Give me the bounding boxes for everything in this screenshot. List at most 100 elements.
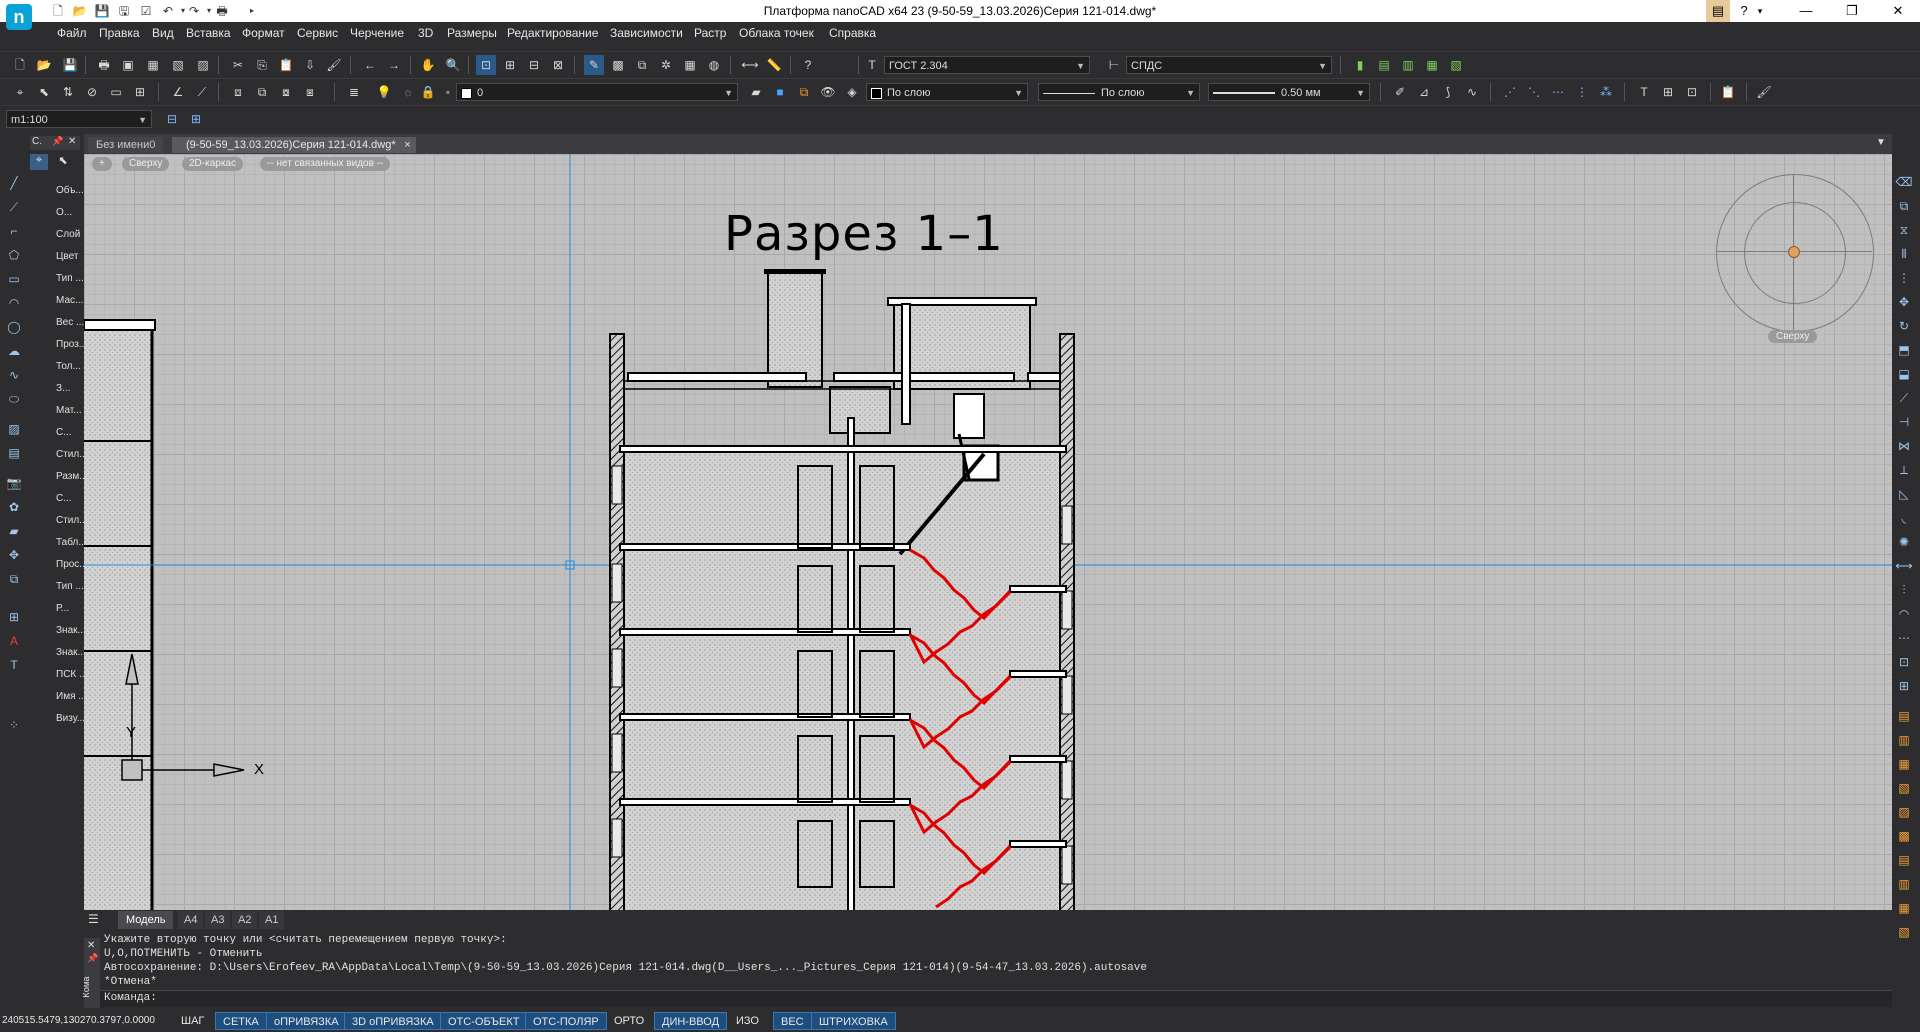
xline-icon[interactable]: ⟋ <box>4 198 24 216</box>
tab-a4[interactable]: А4 <box>178 911 204 929</box>
copy-icon[interactable]: ⎘ <box>252 55 272 75</box>
undo-icon[interactable]: ← <box>360 55 380 75</box>
help-icon[interactable]: ? <box>798 55 818 75</box>
sort-icon[interactable]: ⇅ <box>58 82 78 102</box>
zoom-window-icon[interactable]: ⊡ <box>476 55 496 75</box>
restore-button[interactable]: ❐ <box>1829 0 1875 22</box>
layer-on-icon[interactable]: 💡 <box>374 82 394 102</box>
preview-icon[interactable]: ▣ <box>118 55 138 75</box>
status-lineweight-button[interactable]: ВЕС <box>773 1012 812 1030</box>
design-center-icon[interactable]: ▦ <box>680 55 700 75</box>
menu-format[interactable]: Формат <box>242 26 285 40</box>
block-icon[interactable]: ▩ <box>608 55 628 75</box>
offset-icon[interactable]: ⫴ <box>1893 244 1915 264</box>
rectangle-icon[interactable]: ▭ <box>4 270 24 288</box>
layer-tools-9-icon[interactable]: ▦ <box>1893 898 1915 918</box>
menu-help[interactable]: Справка <box>829 26 876 40</box>
edit-dim-icon[interactable]: ⊿ <box>1414 82 1434 102</box>
close-tab-icon[interactable]: × <box>404 137 410 153</box>
edit-text-icon[interactable]: ✐ <box>1390 82 1410 102</box>
mtext-icon[interactable]: A <box>4 632 24 650</box>
menu-service[interactable]: Сервис <box>297 26 338 40</box>
object-snap-3-icon[interactable]: ⋯ <box>1548 82 1568 102</box>
status-polar-button[interactable]: ОТС-ПОЛЯР <box>525 1012 607 1030</box>
object-snap-5-icon[interactable]: ⁂ <box>1596 82 1616 102</box>
layer-previous-icon[interactable]: ▰ <box>746 82 766 102</box>
save-icon[interactable]: 💾 <box>60 55 80 75</box>
menu-insert[interactable]: Вставка <box>186 26 231 40</box>
minimize-button[interactable]: — <box>1783 0 1829 22</box>
measure-angle-icon[interactable]: ∠ <box>168 82 188 102</box>
spds-format-icon[interactable]: ▮ <box>1350 55 1370 75</box>
bounding-box-icon[interactable]: ▭ <box>106 82 126 102</box>
curve-icon[interactable]: ◠ <box>1893 604 1915 624</box>
ellipse-icon[interactable]: ⬭ <box>4 390 24 408</box>
object-snap-2-icon[interactable]: ⋱ <box>1524 82 1544 102</box>
select-icon[interactable]: ⬉ <box>34 82 54 102</box>
layer-print-icon[interactable]: ▪ <box>438 82 458 102</box>
points-cloud-icon[interactable]: ⁘ <box>4 716 24 734</box>
status-snap-button[interactable]: ШАГ <box>174 1012 211 1030</box>
isolate-icon[interactable]: ◈ <box>842 82 862 102</box>
layer-tools-2-icon[interactable]: ▥ <box>1893 730 1915 750</box>
copy-object-icon[interactable]: ⧉ <box>1893 196 1915 216</box>
menu-view[interactable]: Вид <box>152 26 174 40</box>
layer-states-icon[interactable]: ⧉ <box>794 82 814 102</box>
cloud-icon[interactable]: ☁ <box>4 342 24 360</box>
divide-icon[interactable]: ⋯ <box>1893 628 1915 648</box>
move-icon[interactable]: ✥ <box>1893 292 1915 312</box>
annotation-scale-select[interactable]: m1:100 ▼ <box>6 110 152 128</box>
open-icon[interactable]: 📂 <box>34 55 54 75</box>
tools-icon[interactable]: ✲ <box>656 55 676 75</box>
arc-icon[interactable]: ◠ <box>4 294 24 312</box>
status-3d-osnap-button[interactable]: 3D оПРИВЯЗКА <box>344 1012 442 1030</box>
menu-3d[interactable]: 3D <box>418 26 433 40</box>
make-current-icon[interactable]: ■ <box>770 82 790 102</box>
menu-draw[interactable]: Черчение <box>350 26 404 40</box>
layer-tools-6-icon[interactable]: ▩ <box>1893 826 1915 846</box>
point-icon[interactable]: ✥ <box>4 546 24 564</box>
tab-a1[interactable]: А1 <box>259 911 285 929</box>
table-icon[interactable]: ⊞ <box>4 608 24 626</box>
menu-constraints[interactable]: Зависимости <box>610 26 683 40</box>
plot-icon[interactable]: ▦ <box>143 55 163 75</box>
command-input[interactable]: Команда: <box>100 990 1892 1007</box>
print-icon[interactable]: 🖶 <box>94 55 114 75</box>
text-icon[interactable]: T <box>4 656 24 674</box>
paste-icon[interactable]: 📋 <box>276 55 296 75</box>
polygon-icon[interactable]: ⬠ <box>4 246 24 264</box>
menu-point-clouds[interactable]: Облака точек <box>739 26 814 40</box>
redo-icon[interactable]: → <box>384 55 404 75</box>
visibility-icon[interactable]: 👁 <box>818 82 838 102</box>
status-ortho-button[interactable]: ОРТО <box>607 1012 651 1030</box>
status-iso-button[interactable]: ИЗО <box>729 1012 766 1030</box>
menu-raster[interactable]: Растр <box>694 26 726 40</box>
block-insert-icon[interactable]: ⧉ <box>4 570 24 588</box>
help-dropdown-icon[interactable]: ▾ <box>1752 0 1768 22</box>
command-close-icon[interactable]: ✕ <box>87 940 95 952</box>
tab-untitled[interactable]: Без имени0 <box>88 137 164 153</box>
menu-edit[interactable]: Правка <box>99 26 140 40</box>
render-icon[interactable]: ◍ <box>704 55 724 75</box>
viewcube-label[interactable]: Сверху <box>1768 330 1818 343</box>
status-dyn-input-button[interactable]: ДИН-ВВОД <box>654 1012 728 1030</box>
status-osnap-button[interactable]: оПРИВЯЗКА <box>266 1012 347 1030</box>
group-edit-icon[interactable]: ⧇ <box>276 82 296 102</box>
ungroup-icon[interactable]: ⧉ <box>252 82 272 102</box>
join-icon[interactable]: ⟂ <box>1893 460 1915 480</box>
lineweight-select[interactable]: 0.50 мм ▼ <box>1208 83 1370 101</box>
layer-tools-3-icon[interactable]: ▦ <box>1893 754 1915 774</box>
pin-icon[interactable]: 📌 <box>52 136 63 147</box>
spds-stamp-icon[interactable]: ▥ <box>1398 55 1418 75</box>
zoom-extents-icon[interactable]: ⊞ <box>500 55 520 75</box>
array-icon[interactable]: ⋮ <box>1893 268 1915 288</box>
group-icon[interactable]: ⧈ <box>228 82 248 102</box>
scale-sync-icon[interactable]: ⊞ <box>186 109 206 129</box>
zoom-previous-icon[interactable]: ⊟ <box>524 55 544 75</box>
object-snap-4-icon[interactable]: ⋮ <box>1572 82 1592 102</box>
zoom-object-icon[interactable]: ⊠ <box>548 55 568 75</box>
measure-area-icon[interactable]: ⟋ <box>192 82 212 102</box>
pan-icon[interactable]: ✋ <box>418 55 438 75</box>
line-icon[interactable]: ╱ <box>4 174 24 192</box>
distance-icon[interactable]: ⟷ <box>740 55 760 75</box>
